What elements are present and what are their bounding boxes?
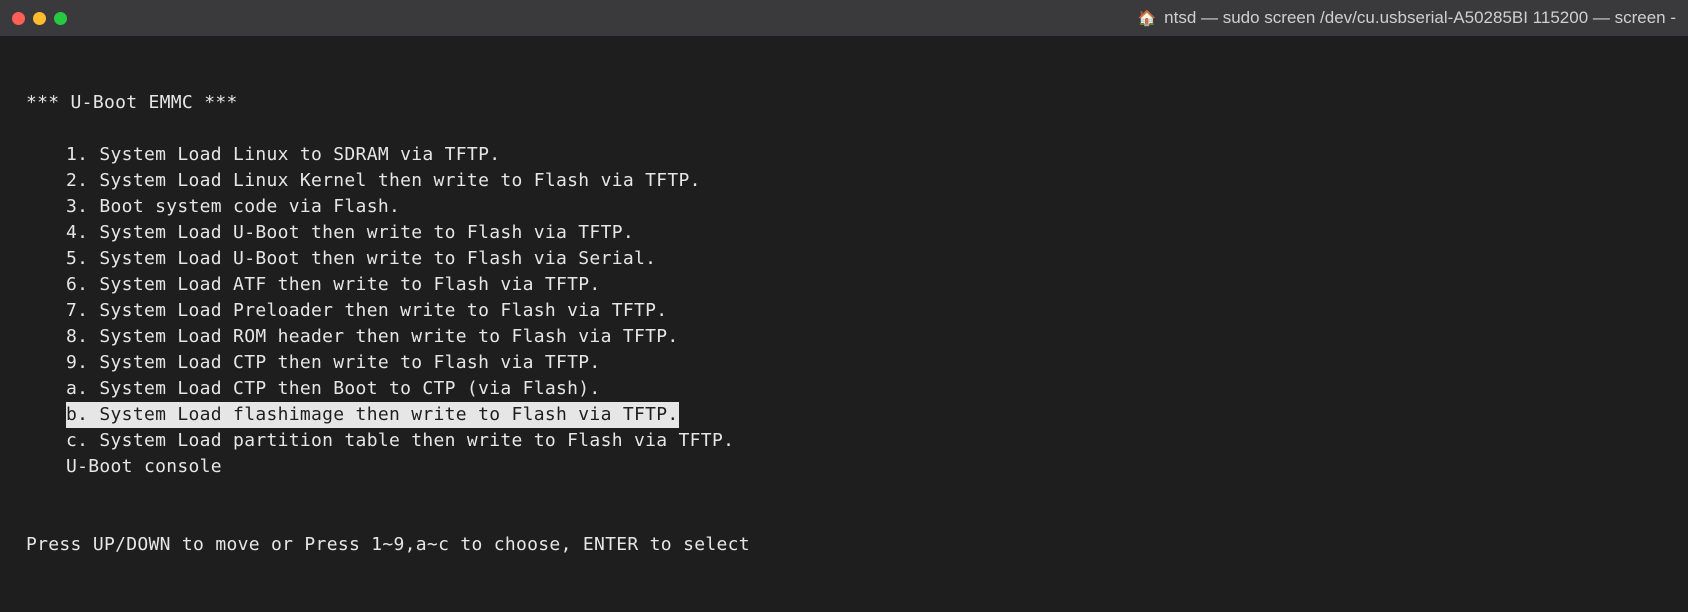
menu-line: c. System Load partition table then writ… <box>26 428 1662 454</box>
menu-item-2[interactable]: 2. System Load Linux Kernel then write t… <box>66 170 701 191</box>
menu-item-5[interactable]: 5. System Load U-Boot then write to Flas… <box>66 248 656 269</box>
menu-item-c[interactable]: c. System Load partition table then writ… <box>66 430 734 451</box>
menu-item-6[interactable]: 6. System Load ATF then write to Flash v… <box>66 274 601 295</box>
window-title-text: ntsd — sudo screen /dev/cu.usbserial-A50… <box>1164 8 1676 28</box>
uboot-header: *** U-Boot EMMC *** <box>26 90 1662 116</box>
window-title: 🏠 ntsd — sudo screen /dev/cu.usbserial-A… <box>1137 8 1676 28</box>
menu-line: 8. System Load ROM header then write to … <box>26 324 1662 350</box>
menu-footer-hint: Press UP/DOWN to move or Press 1~9,a~c t… <box>26 532 1662 558</box>
traffic-lights <box>12 12 67 25</box>
terminal-content[interactable]: *** U-Boot EMMC *** 1. System Load Linux … <box>0 36 1688 612</box>
window-titlebar: 🏠 ntsd — sudo screen /dev/cu.usbserial-A… <box>0 0 1688 36</box>
menu-line: 3. Boot system code via Flash. <box>26 194 1662 220</box>
menu-item-1[interactable]: 1. System Load Linux to SDRAM via TFTP. <box>66 144 500 165</box>
menu-item-3[interactable]: 3. Boot system code via Flash. <box>66 196 400 217</box>
menu-item-4[interactable]: 4. System Load U-Boot then write to Flas… <box>66 222 634 243</box>
menu-line: 4. System Load U-Boot then write to Flas… <box>26 220 1662 246</box>
menu-line: 9. System Load CTP then write to Flash v… <box>26 350 1662 376</box>
menu-item-9[interactable]: 9. System Load CTP then write to Flash v… <box>66 352 601 373</box>
menu-item-b[interactable]: b. System Load flashimage then write to … <box>66 402 679 428</box>
close-window-button[interactable] <box>12 12 25 25</box>
menu-item-8[interactable]: 8. System Load ROM header then write to … <box>66 326 679 347</box>
menu-line: 5. System Load U-Boot then write to Flas… <box>26 246 1662 272</box>
menu-line: 1. System Load Linux to SDRAM via TFTP. <box>26 142 1662 168</box>
menu-item-7[interactable]: 7. System Load Preloader then write to F… <box>66 300 667 321</box>
menu-line: a. System Load CTP then Boot to CTP (via… <box>26 376 1662 402</box>
menu-item-a[interactable]: a. System Load CTP then Boot to CTP (via… <box>66 378 601 399</box>
menu-line: 7. System Load Preloader then write to F… <box>26 298 1662 324</box>
uboot-console-label: U-Boot console <box>26 454 1662 480</box>
home-icon: 🏠 <box>1137 9 1156 27</box>
menu-line: 6. System Load ATF then write to Flash v… <box>26 272 1662 298</box>
menu-line: b. System Load flashimage then write to … <box>26 402 1662 428</box>
minimize-window-button[interactable] <box>33 12 46 25</box>
maximize-window-button[interactable] <box>54 12 67 25</box>
menu-line: 2. System Load Linux Kernel then write t… <box>26 168 1662 194</box>
